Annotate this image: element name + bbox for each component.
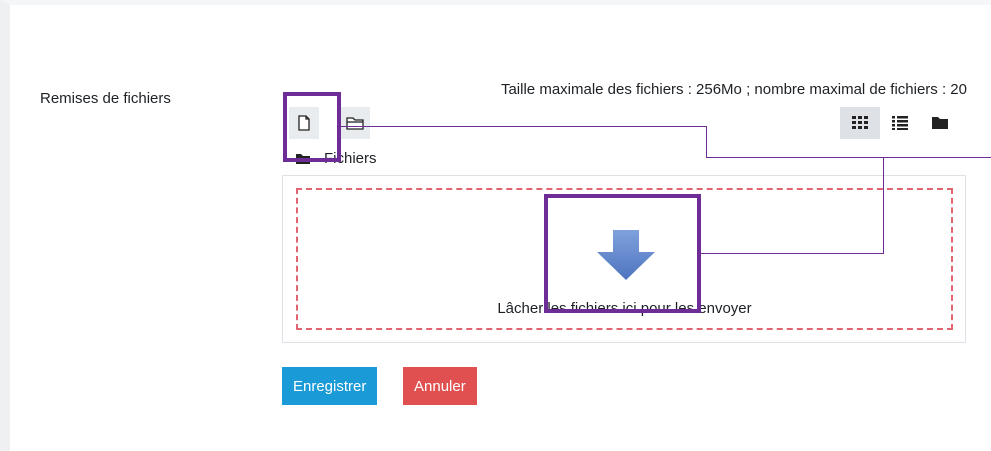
list-view-button[interactable] xyxy=(880,107,920,139)
annotation-connector xyxy=(701,253,884,254)
grid-view-icon xyxy=(852,116,868,129)
field-label: Remises de fichiers xyxy=(40,90,171,107)
view-switcher xyxy=(840,107,960,139)
create-folder-button[interactable] xyxy=(340,107,370,139)
annotation-highlight-dropzone xyxy=(544,194,701,313)
cancel-button[interactable]: Annuler xyxy=(403,367,477,405)
list-view-icon xyxy=(892,116,908,130)
annotation-connector xyxy=(706,157,991,158)
tree-view-icon xyxy=(932,117,948,129)
annotation-connector xyxy=(706,126,707,158)
tree-view-button[interactable] xyxy=(920,107,960,139)
max-file-info: Taille maximale des fichiers : 256Mo ; n… xyxy=(500,81,967,98)
annotation-highlight-add-file xyxy=(283,92,341,162)
annotation-connector xyxy=(883,157,884,254)
annotation-connector xyxy=(341,126,707,127)
grid-view-button[interactable] xyxy=(840,107,880,139)
folder-icon xyxy=(346,117,364,130)
save-button[interactable]: Enregistrer xyxy=(282,367,378,405)
